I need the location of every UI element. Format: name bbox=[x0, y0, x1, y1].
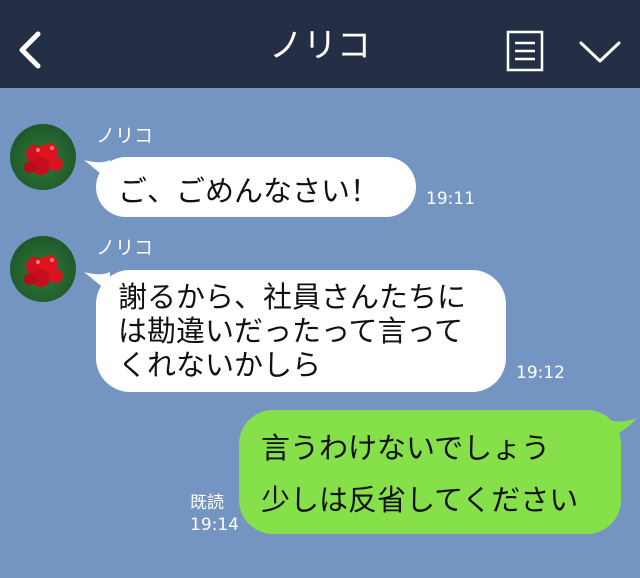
message-text-line: は勘違いだったって言って bbox=[118, 314, 464, 348]
message-time: 19:12 bbox=[516, 363, 565, 383]
message-text-line: くれないかしら bbox=[118, 348, 322, 382]
sender-name: ノリコ bbox=[96, 125, 154, 147]
message-time: 19:11 bbox=[426, 189, 475, 209]
message-bubble[interactable]: 言うわけないでしょう 少しは反省してください bbox=[239, 410, 621, 534]
chat-header: ノリコ bbox=[0, 0, 640, 88]
message-time: 19:14 bbox=[190, 515, 239, 535]
bubble-tail bbox=[606, 418, 637, 440]
message-text-line: 言うわけないでしょう bbox=[261, 431, 551, 465]
chat-title: ノリコ bbox=[269, 26, 371, 66]
message-text: ご、ごめんなさい！ bbox=[118, 174, 380, 208]
avatar[interactable] bbox=[10, 236, 76, 302]
read-receipt: 既読 bbox=[190, 493, 224, 513]
avatar-image bbox=[24, 255, 63, 287]
avatar-image bbox=[24, 143, 63, 175]
message-bubble[interactable]: ご、ごめんなさい！ bbox=[96, 157, 416, 217]
message-bubble[interactable]: 謝るから、社員さんたちに は勘違いだったって言って くれないかしら bbox=[96, 270, 506, 392]
message-text-line: 少しは反省してください bbox=[261, 483, 579, 517]
menu-icon[interactable] bbox=[506, 30, 544, 72]
sender-name: ノリコ bbox=[96, 237, 154, 259]
chevron-down-icon[interactable] bbox=[578, 36, 622, 66]
message-text-line: 謝るから、社員さんたちに bbox=[118, 280, 467, 314]
avatar[interactable] bbox=[10, 124, 76, 190]
